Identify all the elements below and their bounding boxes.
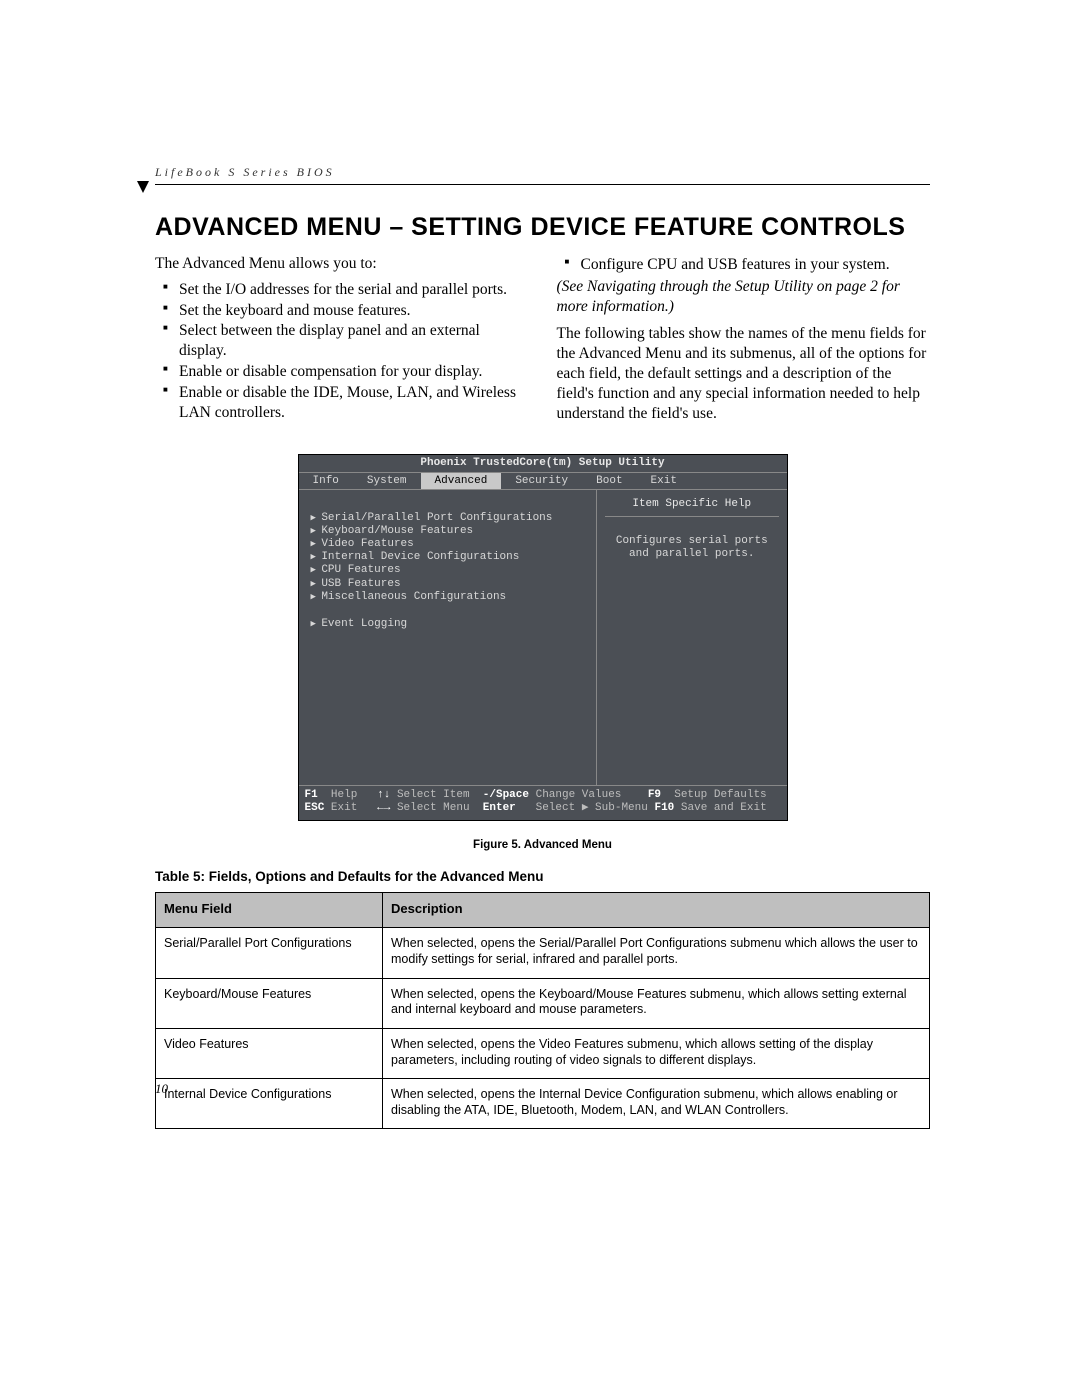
table-cell: Video Features xyxy=(156,1028,383,1078)
table-cell: When selected, opens the Keyboard/Mouse … xyxy=(383,978,930,1028)
right-bullet-list: Configure CPU and USB features in your s… xyxy=(557,255,931,275)
list-item: Configure CPU and USB features in your s… xyxy=(571,255,931,275)
bios-footer: F1 Help ↑↓ Select Item -/Space Change Va… xyxy=(299,785,787,821)
bios-key: -/Space xyxy=(483,789,529,801)
table-header: Menu Field xyxy=(156,893,383,928)
bios-item[interactable]: CPU Features xyxy=(311,564,589,577)
bios-key-label: Select ▶ Sub-Menu xyxy=(536,802,648,814)
table-cell: Keyboard/Mouse Features xyxy=(156,978,383,1028)
section-heading: ADVANCED MENU – SETTING DEVICE FEATURE C… xyxy=(155,213,930,242)
bios-tab-boot[interactable]: Boot xyxy=(582,473,636,489)
bios-key-label: Exit xyxy=(331,802,357,814)
bios-menubar: Info System Advanced Security Boot Exit xyxy=(299,473,787,490)
rule-marker-icon xyxy=(137,181,149,193)
intro-columns: The Advanced Menu allows you to: Set the… xyxy=(155,254,930,424)
bios-key: Enter xyxy=(483,802,516,814)
header-rule xyxy=(155,184,930,185)
fields-table: Menu Field Description Serial/Parallel P… xyxy=(155,892,930,1129)
bios-item[interactable]: Serial/Parallel Port Configurations xyxy=(311,512,589,525)
page-number: 10 xyxy=(155,1081,168,1097)
bios-tab-exit[interactable]: Exit xyxy=(637,473,691,489)
table-cell: When selected, opens the Video Features … xyxy=(383,1028,930,1078)
bios-item[interactable]: Internal Device Configurations xyxy=(311,551,589,564)
bios-item[interactable]: Video Features xyxy=(311,538,589,551)
bios-key-label: Save and Exit xyxy=(681,802,767,814)
table-row: Keyboard/Mouse Features When selected, o… xyxy=(156,978,930,1028)
bios-key: ←→ xyxy=(377,802,390,814)
bios-tab-advanced[interactable]: Advanced xyxy=(421,473,502,489)
running-head: LifeBook S Series BIOS xyxy=(155,165,930,180)
bios-help-text: Configures serial ports and parallel por… xyxy=(605,535,778,563)
bios-key-label: Help xyxy=(331,789,357,801)
bios-item[interactable]: Miscellaneous Configurations xyxy=(311,591,589,604)
left-bullet-list: Set the I/O addresses for the serial and… xyxy=(155,280,529,423)
bios-item[interactable]: Event Logging xyxy=(311,618,589,631)
left-column: The Advanced Menu allows you to: Set the… xyxy=(155,254,529,424)
bios-key: F1 xyxy=(305,789,318,801)
bios-key-label: Setup Defaults xyxy=(674,789,766,801)
bios-title-bar: Phoenix TrustedCore(tm) Setup Utility xyxy=(299,455,787,473)
table-row: Internal Device Configurations When sele… xyxy=(156,1079,930,1129)
bios-key: F10 xyxy=(654,802,674,814)
bios-key-label: Change Values xyxy=(536,789,622,801)
list-item: Set the I/O addresses for the serial and… xyxy=(169,280,529,300)
bios-tab-system[interactable]: System xyxy=(353,473,421,489)
bios-figure: Phoenix TrustedCore(tm) Setup Utility In… xyxy=(298,454,788,822)
bios-key-label: Select Item xyxy=(397,789,470,801)
table-row: Video Features When selected, opens the … xyxy=(156,1028,930,1078)
bios-help-pane: Item Specific Help Configures serial por… xyxy=(597,490,786,785)
table-cell: Internal Device Configurations xyxy=(156,1079,383,1129)
bios-key: ↑↓ xyxy=(377,789,390,801)
list-item: Set the keyboard and mouse features. xyxy=(169,301,529,321)
table-row: Serial/Parallel Port Configurations When… xyxy=(156,928,930,978)
list-item: Enable or disable compensation for your … xyxy=(169,362,529,382)
list-item: Select between the display panel and an … xyxy=(169,321,529,361)
table-caption: Table 5: Fields, Options and Defaults fo… xyxy=(155,869,930,884)
bios-tab-info[interactable]: Info xyxy=(299,473,353,489)
intro-text: The Advanced Menu allows you to: xyxy=(155,254,529,274)
right-column: Configure CPU and USB features in your s… xyxy=(557,254,931,424)
table-cell: Serial/Parallel Port Configurations xyxy=(156,928,383,978)
body-paragraph: The following tables show the names of t… xyxy=(557,324,931,423)
bios-key-label: Select Menu xyxy=(397,802,470,814)
bios-tab-security[interactable]: Security xyxy=(501,473,582,489)
bios-key: F9 xyxy=(648,789,661,801)
bios-item[interactable]: Keyboard/Mouse Features xyxy=(311,525,589,538)
bios-item[interactable]: USB Features xyxy=(311,578,589,591)
table-cell: When selected, opens the Internal Device… xyxy=(383,1079,930,1129)
figure-caption: Figure 5. Advanced Menu xyxy=(155,839,930,851)
bios-help-title: Item Specific Help xyxy=(605,498,778,517)
bios-left-pane: Serial/Parallel Port Configurations Keyb… xyxy=(299,490,598,785)
table-header: Description xyxy=(383,893,930,928)
table-cell: When selected, opens the Serial/Parallel… xyxy=(383,928,930,978)
cross-ref: (See Navigating through the Setup Utilit… xyxy=(557,277,931,317)
bios-key: ESC xyxy=(305,802,325,814)
list-item: Enable or disable the IDE, Mouse, LAN, a… xyxy=(169,383,529,423)
